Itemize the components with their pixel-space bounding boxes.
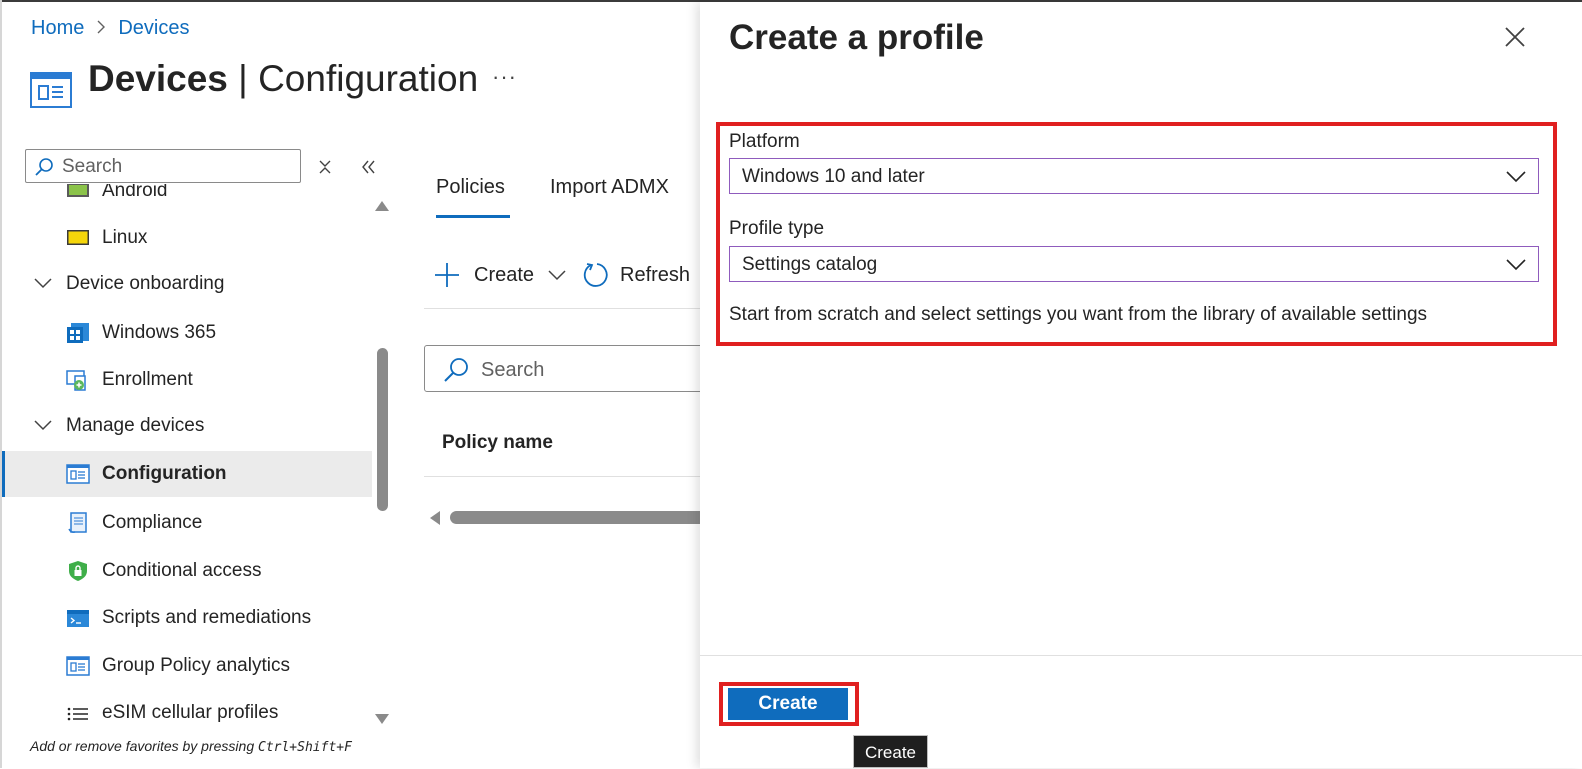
more-options-button[interactable]: ··· — [492, 64, 517, 90]
sidebar-scrollbar-thumb[interactable] — [377, 348, 388, 511]
sidebar-item-label: Configuration — [102, 463, 227, 484]
tab-selected-indicator — [436, 215, 510, 218]
favorites-shortcut: Ctrl+Shift+F — [258, 740, 352, 755]
sidebar-search-input[interactable] — [60, 154, 294, 180]
tab-import-admx[interactable]: Import ADMX — [550, 176, 669, 199]
tab-policies[interactable]: Policies — [436, 176, 505, 199]
table-header-divider — [424, 476, 700, 477]
sidebar-item-enrollment[interactable]: Enrollment — [2, 357, 372, 403]
sidebar-item-label: Scripts and remediations — [102, 607, 312, 628]
favorites-hint: Add or remove favorites by pressing Ctrl… — [30, 738, 352, 755]
sidebar-item-label: Linux — [102, 227, 148, 248]
script-icon — [66, 607, 90, 629]
clear-filter-icon — [319, 160, 331, 174]
create-profile-panel: Create a profile Platform Windows 10 and… — [700, 2, 1582, 768]
close-panel-button[interactable] — [1504, 26, 1526, 53]
favorites-hint-text: Add or remove favorites by pressing — [30, 738, 258, 754]
sidebar-item-label: Compliance — [102, 512, 203, 533]
create-button[interactable]: Create — [728, 688, 848, 720]
profile-type-description: Start from scratch and select settings y… — [729, 304, 1428, 325]
sidebar-item-esim-cellular-profiles[interactable]: eSIM cellular profiles — [2, 690, 372, 732]
profile-type-dropdown-value: Settings catalog — [742, 254, 878, 275]
sidebar-item-linux[interactable]: Linux — [2, 215, 372, 261]
double-chevron-left-icon — [362, 160, 375, 174]
close-icon — [1505, 27, 1525, 47]
sidebar-item-scripts-and-remediations[interactable]: Scripts and remediations — [2, 595, 372, 641]
chevron-down-icon — [1506, 170, 1526, 188]
sidebar-group-label: Device onboarding — [66, 273, 225, 294]
chevron-down-icon — [34, 273, 52, 295]
sidebar-item-windows-365[interactable]: Windows 365 — [2, 310, 372, 356]
collapse-sidebar-button[interactable] — [360, 158, 376, 181]
panel-title: Create a profile — [729, 18, 984, 57]
breadcrumb-devices-link[interactable]: Devices — [118, 17, 189, 40]
chevron-right-icon — [96, 18, 106, 39]
sidebar-item-label: Android — [102, 184, 168, 201]
sidebar-group-device-onboarding[interactable]: Device onboarding — [2, 261, 372, 307]
chevron-down-icon — [1506, 258, 1526, 276]
page-title-separator: | — [227, 58, 259, 99]
sidebar-search-box — [25, 149, 301, 183]
refresh-command-label: Refresh — [620, 263, 691, 286]
create-tooltip: Create — [853, 735, 928, 768]
policy-search-box — [424, 345, 714, 392]
sidebar-item-label: Windows 365 — [102, 322, 217, 343]
sidebar-item-label: Enrollment — [102, 369, 193, 390]
search-icon — [443, 357, 469, 388]
sidebar-group-manage-devices[interactable]: Manage devices — [2, 403, 372, 449]
platform-label: Platform — [729, 131, 800, 152]
chevron-down-icon — [548, 269, 566, 281]
refresh-icon — [583, 262, 609, 288]
windows-365-icon — [66, 322, 90, 344]
sidebar-item-label: eSIM cellular profiles — [102, 702, 279, 723]
create-command-label: Create — [474, 263, 535, 286]
clear-filter-button[interactable] — [317, 158, 333, 181]
sidebar-item-label: Conditional access — [102, 560, 262, 581]
horizontal-scrollbar-thumb[interactable] — [450, 511, 710, 524]
horizontal-scroll-left-arrow[interactable] — [430, 511, 440, 525]
chevron-down-icon — [34, 415, 52, 437]
configuration-icon — [66, 463, 90, 485]
sidebar-item-android[interactable]: Android — [2, 184, 372, 214]
refresh-command-button[interactable]: Refresh — [583, 262, 690, 288]
breadcrumb-home-link[interactable]: Home — [31, 17, 84, 40]
policy-search-input[interactable] — [479, 356, 683, 384]
page-title-sub: Configuration — [258, 58, 479, 99]
profile-type-dropdown[interactable]: Settings catalog — [729, 246, 1539, 282]
sidebar-group-label: Manage devices — [66, 415, 205, 436]
search-icon — [34, 157, 54, 182]
configuration-page-icon — [30, 72, 72, 108]
panel-footer-divider — [700, 655, 1582, 656]
create-command-button[interactable]: Create — [434, 262, 566, 288]
sidebar-nav: Android Linux Device onboarding Windows … — [2, 184, 372, 732]
linux-device-icon — [66, 227, 90, 249]
sidebar-item-configuration[interactable]: Configuration — [2, 451, 372, 497]
profile-type-label: Profile type — [729, 218, 825, 239]
sidebar-item-compliance[interactable]: Compliance — [2, 500, 372, 546]
command-bar-divider — [424, 308, 700, 309]
sidebar-item-label: Group Policy analytics — [102, 655, 290, 676]
plus-icon — [434, 262, 460, 288]
sidebar-scroll-up-arrow[interactable] — [375, 201, 389, 211]
enrollment-icon — [66, 369, 90, 391]
shield-lock-icon — [66, 560, 90, 582]
platform-dropdown[interactable]: Windows 10 and later — [729, 158, 1539, 194]
group-policy-icon — [66, 655, 90, 677]
sidebar-item-group-policy-analytics[interactable]: Group Policy analytics — [2, 643, 372, 689]
page-title: Devices | Configuration — [88, 58, 478, 100]
column-header-policy-name[interactable]: Policy name — [442, 432, 553, 454]
esim-list-icon — [66, 702, 90, 724]
platform-dropdown-value: Windows 10 and later — [742, 166, 925, 187]
sidebar-item-conditional-access[interactable]: Conditional access — [2, 548, 372, 594]
android-device-icon — [66, 184, 90, 202]
page-title-main: Devices — [88, 58, 228, 99]
compliance-icon — [66, 512, 90, 534]
breadcrumb: Home Devices — [31, 17, 190, 40]
sidebar-scroll-down-arrow[interactable] — [375, 714, 389, 724]
